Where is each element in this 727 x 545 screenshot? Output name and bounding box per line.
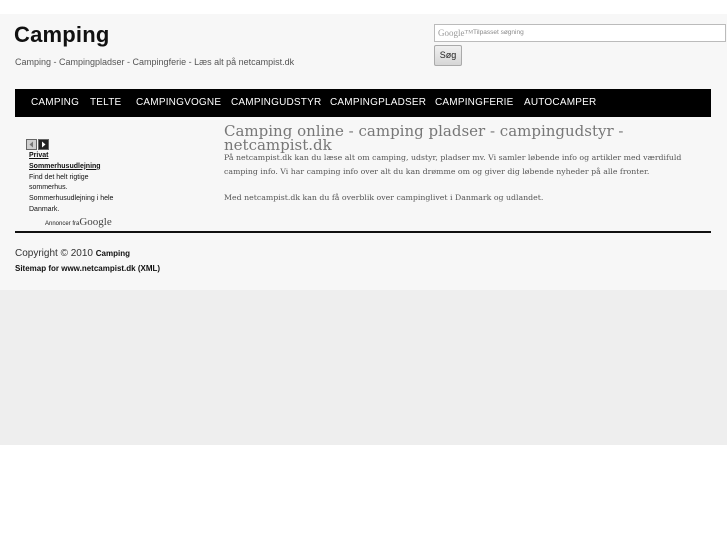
nav-item-telte[interactable]: TELTE	[90, 89, 121, 117]
sitemap-xml-link[interactable]: (XML)	[138, 264, 160, 273]
ads-by-google[interactable]: Annoncer fraGoogle	[45, 216, 112, 228]
search-placeholder: Tilpasset søgning	[473, 29, 524, 36]
footer-divider	[15, 231, 711, 233]
site-tagline: Camping - Campingpladser - Campingferie …	[15, 57, 295, 67]
intro-paragraph: På netcampist.dk kan du læse alt om camp…	[224, 153, 682, 176]
sitemap-link[interactable]: Sitemap for www.netcampist.dk	[15, 264, 136, 273]
empty-background-area	[0, 290, 727, 445]
nav-item-campingudstyr[interactable]: CAMPINGUDSTYR	[231, 89, 321, 117]
sitemap-line: Sitemap for www.netcampist.dk (XML)	[15, 264, 160, 273]
ad-unit: Privat Sommerhusudlejning Find det helt …	[29, 151, 115, 221]
main-navigation: CAMPING TELTE CAMPINGVOGNE CAMPINGUDSTYR…	[15, 89, 711, 117]
google-wordmark: Google	[79, 216, 112, 228]
nav-item-autocamper[interactable]: AUTOCAMPER	[524, 89, 596, 117]
nav-item-campingvogne[interactable]: CAMPINGVOGNE	[136, 89, 221, 117]
nav-item-campingferie[interactable]: CAMPINGFERIE	[435, 89, 514, 117]
ad-title-link[interactable]: Privat Sommerhusudlejning	[29, 151, 115, 173]
google-logo-icon: Google™	[438, 28, 474, 38]
copyright-site-link[interactable]: Camping	[96, 249, 130, 258]
ad-next-arrow-icon[interactable]	[38, 139, 49, 150]
search-button[interactable]: Søg	[434, 45, 462, 66]
page-heading: Camping online - camping pladser - campi…	[224, 122, 624, 154]
ads-by-label: Annoncer fra	[45, 221, 80, 227]
site-title-link[interactable]: Camping	[14, 22, 110, 48]
copyright-text: Copyright © 2010	[15, 248, 93, 259]
ad-prev-arrow-icon[interactable]	[26, 139, 37, 150]
search-input[interactable]: Google™ Tilpasset søgning	[434, 24, 726, 42]
overview-paragraph: Med netcampist.dk kan du få overblik ove…	[224, 193, 544, 202]
page-bottom-band	[0, 445, 727, 545]
nav-item-camping[interactable]: CAMPING	[31, 89, 79, 117]
copyright-line: Copyright © 2010 Camping	[15, 248, 130, 259]
nav-item-campingpladser[interactable]: CAMPINGPLADSER	[330, 89, 426, 117]
ad-text: Sommerhusudlejning i hele Danmark.	[29, 195, 114, 213]
ad-text: Find det helt rigtige sommerhus.	[29, 173, 89, 192]
page-top-band	[0, 0, 727, 14]
